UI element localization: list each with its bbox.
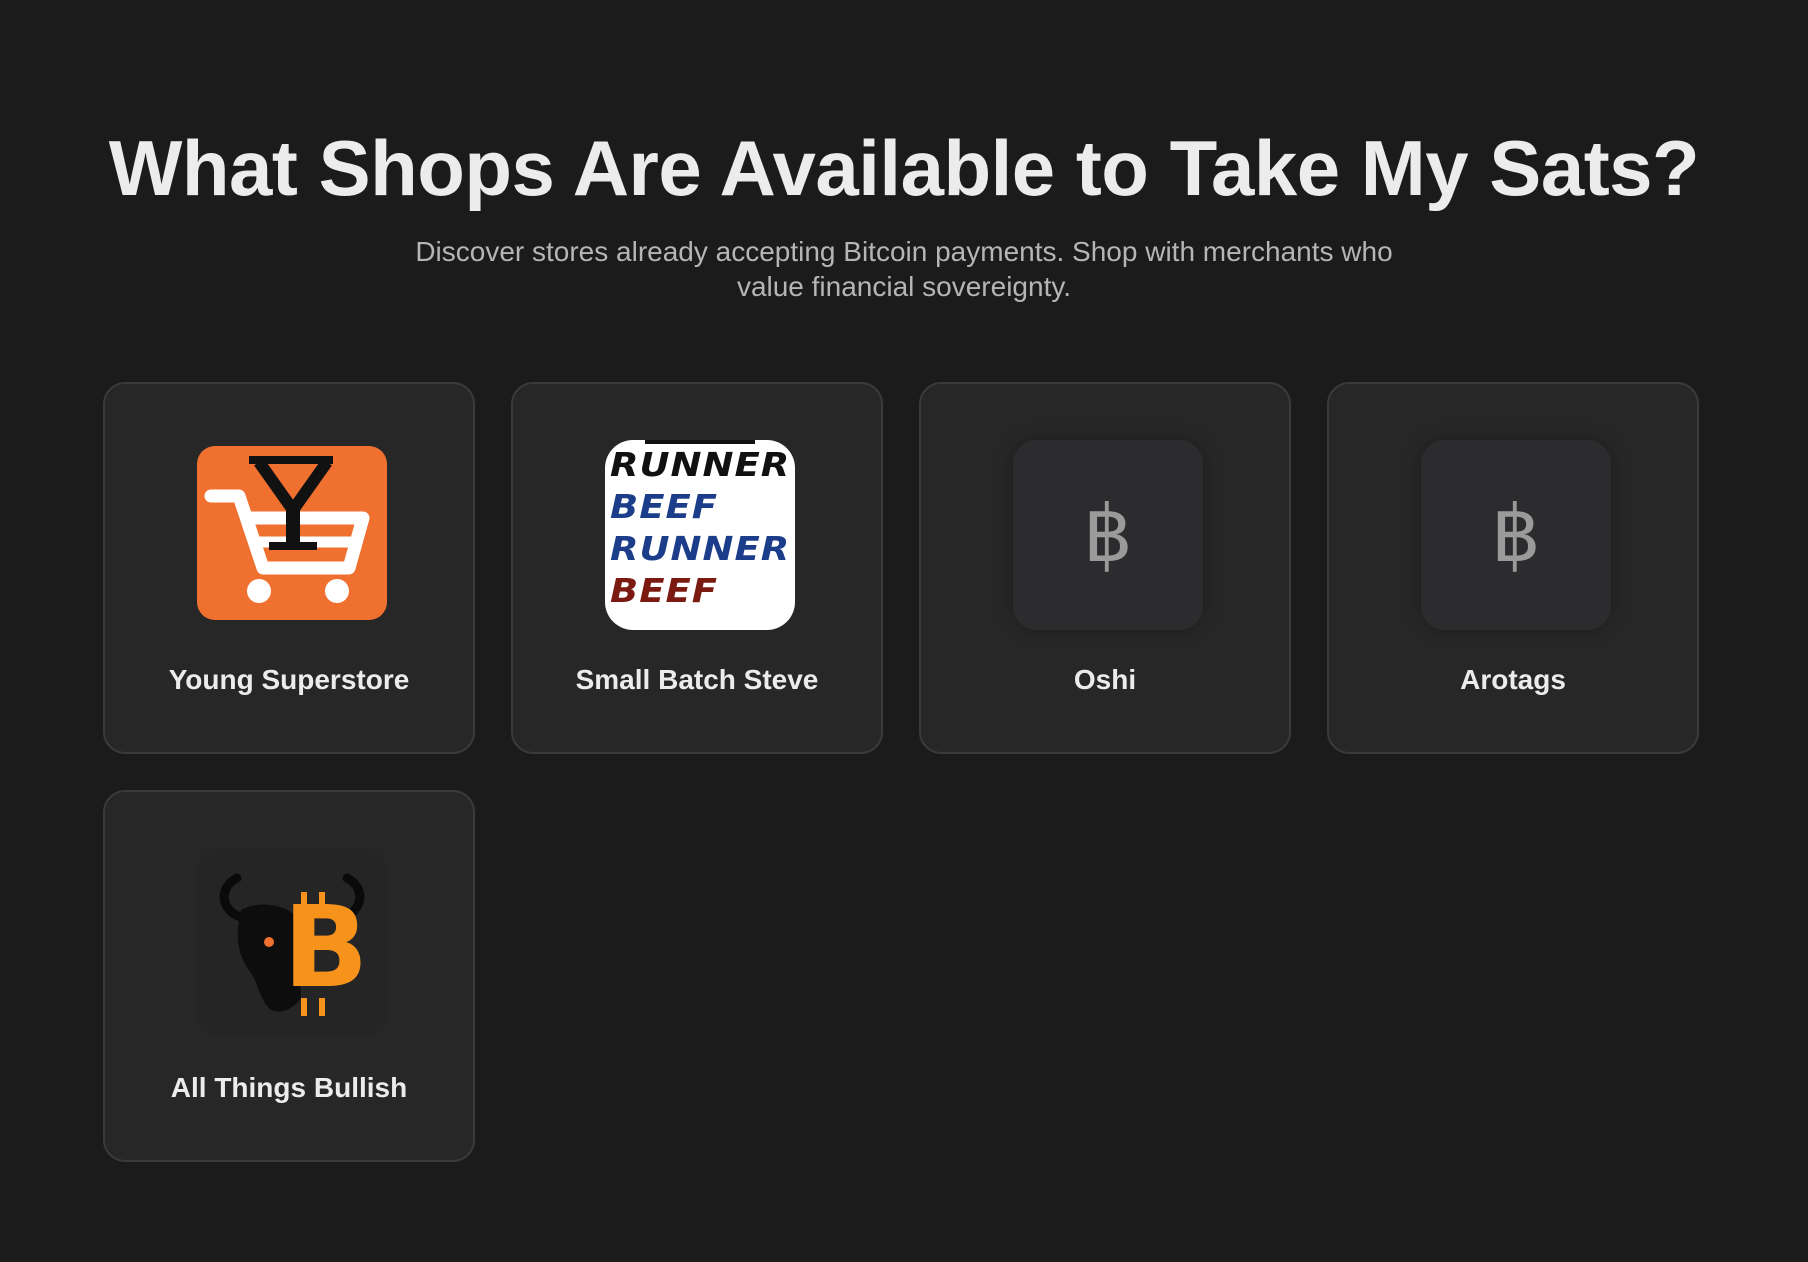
shop-card-all-things-bullish[interactable]: B All Things Bullish: [103, 790, 475, 1162]
bull-bitcoin-logo: B: [197, 848, 387, 1038]
shop-name: Young Superstore: [168, 664, 410, 695]
shop-card-arotags[interactable]: ฿ Arotags: [1327, 382, 1699, 754]
shopping-cart-y-logo: [197, 446, 387, 620]
page-title: What Shops Are Available to Take My Sats…: [108, 124, 1700, 212]
shop-name: All Things Bullish: [170, 1072, 408, 1103]
logo-line: BEEF: [610, 571, 719, 610]
bitcoin-b-glyph: B: [283, 883, 369, 1013]
shop-name: Arotags: [1460, 664, 1566, 695]
shops-page: What Shops Are Available to Take My Sats…: [0, 0, 1808, 1262]
shop-name: Oshi: [1073, 664, 1137, 695]
bitcoin-icon: ฿: [1421, 440, 1611, 630]
page-subtitle: Discover stores already accepting Bitcoi…: [415, 236, 1393, 302]
shop-name: Small Batch Steve: [575, 664, 819, 695]
shop-card-small-batch-steve[interactable]: RUNNER BEEF RUNNER BEEF Small Batch Stev…: [511, 382, 883, 754]
shop-card-young-superstore[interactable]: Young Superstore: [103, 382, 475, 754]
shopping-cart-icon: [204, 456, 370, 603]
logo-line: RUNNER: [610, 445, 791, 484]
beef-runner-logo: RUNNER BEEF RUNNER BEEF: [605, 440, 795, 630]
logo-stripe: [645, 440, 755, 444]
logo-line: RUNNER: [610, 529, 791, 568]
shop-card-oshi[interactable]: ฿ Oshi: [919, 382, 1291, 754]
logo-line: BEEF: [610, 487, 719, 526]
bitcoin-icon: ฿: [1013, 440, 1203, 630]
